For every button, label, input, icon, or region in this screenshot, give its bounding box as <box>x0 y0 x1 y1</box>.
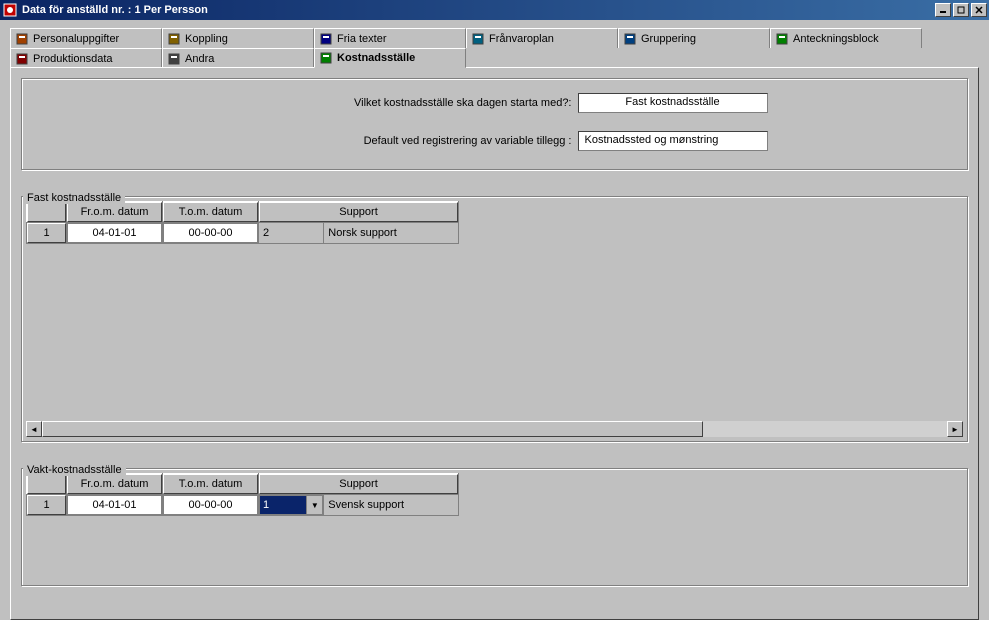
scroll-track[interactable] <box>42 421 947 437</box>
tab-fria-texter[interactable]: Fria texter <box>314 28 466 48</box>
tab-label: Fria texter <box>337 33 387 45</box>
chevron-down-icon[interactable]: ▼ <box>306 496 322 514</box>
tab-label: Frånvaroplan <box>489 33 554 45</box>
to-date-cell[interactable]: 00-00-00 <box>163 495 258 515</box>
col-support[interactable]: Support <box>259 474 458 494</box>
to-date-cell[interactable]: 00-00-00 <box>163 223 258 243</box>
tab-label: Andra <box>185 53 214 65</box>
table-row[interactable]: 1 04-01-01 00-00-00 1 ▼ Svensk support <box>27 495 459 516</box>
tab-label: Produktionsdata <box>33 53 113 65</box>
tab-gruppering[interactable]: Gruppering <box>618 28 770 48</box>
support-desc-cell: Svensk support <box>324 495 458 515</box>
tab-label: Koppling <box>185 33 228 45</box>
grid-fixed-legend: Fast kostnadsställe <box>23 192 125 204</box>
settings-groupbox: Vilket kostnadsställe ska dagen starta m… <box>21 78 968 170</box>
book-icon <box>167 52 181 66</box>
tab-fr-nvaroplan[interactable]: Frånvaroplan <box>466 28 618 48</box>
tab-label: Kostnadsställe <box>337 52 415 64</box>
maximize-button[interactable] <box>953 3 969 17</box>
from-date-cell[interactable]: 04-01-01 <box>67 223 162 243</box>
person-card-icon <box>15 32 29 46</box>
tab-kostnadsst-lle[interactable]: Kostnadsställe <box>314 48 466 68</box>
tab-label: Anteckningsblock <box>793 33 879 45</box>
grid-vakt-legend: Vakt-kostnadsställe <box>23 464 126 476</box>
titlebar: Data för anställd nr. : 1 Per Persson <box>0 0 989 20</box>
support-code-cell[interactable]: 2 <box>259 223 323 243</box>
window-title: Data för anställd nr. : 1 Per Persson <box>22 4 935 16</box>
tab-personaluppgifter[interactable]: Personaluppgifter <box>10 28 162 48</box>
col-from[interactable]: Fr.o.m. datum <box>67 202 162 222</box>
table-row[interactable]: 1 04-01-01 00-00-00 2 Norsk support <box>27 223 459 244</box>
close-button[interactable] <box>971 3 987 17</box>
tab-row-1: Personaluppgifter Koppling Fria texter Från… <box>10 28 979 48</box>
stack-icon <box>623 32 637 46</box>
from-date-cell[interactable]: 04-01-01 <box>67 495 162 515</box>
support-desc-cell: Norsk support <box>324 223 458 243</box>
scroll-right-button[interactable]: ► <box>947 421 963 437</box>
app-icon <box>2 2 18 18</box>
tab-produktionsdata[interactable]: Produktionsdata <box>10 48 162 68</box>
notes-icon <box>775 32 789 46</box>
tab-label: Personaluppgifter <box>33 33 119 45</box>
minimize-button[interactable] <box>935 3 951 17</box>
day-start-label: Vilket kostnadsställe ska dagen starta m… <box>222 97 572 109</box>
grid-vakt: Fr.o.m. datum T.o.m. datum Support 1 04-… <box>26 473 459 516</box>
text-icon <box>319 32 333 46</box>
default-reg-dropdown[interactable]: Kostnadssted og mønstring <box>578 131 768 151</box>
money-icon <box>319 51 333 65</box>
tab-anteckningsblock[interactable]: Anteckningsblock <box>770 28 922 48</box>
grid-corner[interactable] <box>27 202 66 222</box>
calendar-icon <box>471 32 485 46</box>
grid-corner[interactable] <box>27 474 66 494</box>
col-to[interactable]: T.o.m. datum <box>163 474 258 494</box>
default-reg-label: Default ved registrering av variable til… <box>222 135 572 147</box>
col-from[interactable]: Fr.o.m. datum <box>67 474 162 494</box>
tab-row-2: Produktionsdata Andra Kostnadsställe <box>10 48 979 68</box>
support-code-combobox[interactable]: 1 ▼ <box>259 495 323 515</box>
col-to[interactable]: T.o.m. datum <box>163 202 258 222</box>
scroll-left-button[interactable]: ◄ <box>26 421 42 437</box>
row-selector[interactable]: 1 <box>27 495 66 515</box>
grid-fixed: Fr.o.m. datum T.o.m. datum Support 1 04-… <box>26 201 459 244</box>
row-selector[interactable]: 1 <box>27 223 66 243</box>
day-start-dropdown[interactable]: Fast kostnadsställe <box>578 93 768 113</box>
tab-andra[interactable]: Andra <box>162 48 314 68</box>
link-icon <box>167 32 181 46</box>
tab-label: Gruppering <box>641 33 696 45</box>
tab-koppling[interactable]: Koppling <box>162 28 314 48</box>
factory-icon <box>15 52 29 66</box>
col-support[interactable]: Support <box>259 202 458 222</box>
scroll-thumb[interactable] <box>42 421 703 437</box>
